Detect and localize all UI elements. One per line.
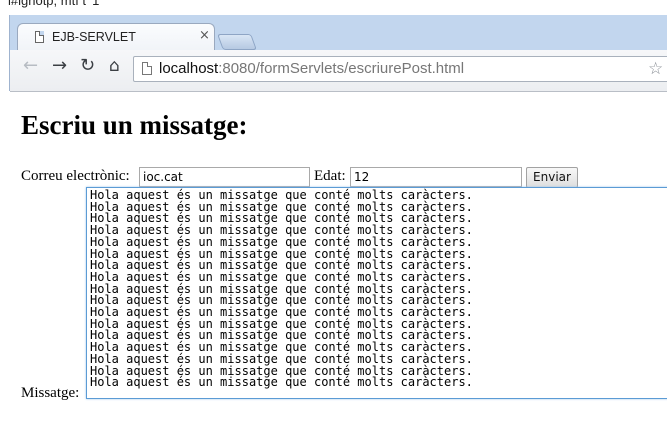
email-field[interactable]: ioc.cat [139, 167, 310, 187]
url-path: :8080/formServlets/escriurePost.html [218, 60, 465, 77]
page-title: Escriu un missatge: [21, 110, 248, 140]
browser-toolbar: ← → ↻ ⌂ localhost:8080/formServlets/escr… [10, 50, 667, 92]
address-bar[interactable]: localhost:8080/formServlets/escriurePost… [133, 56, 667, 82]
submit-button[interactable]: Enviar [526, 167, 578, 188]
url-text[interactable]: localhost:8080/formServlets/escriurePost… [159, 60, 464, 77]
tab-bar: EJB-SERVLET × [10, 15, 667, 50]
page-icon [142, 62, 152, 75]
browser-chrome: EJB-SERVLET × ← → ↻ ⌂ localhost:8080/for… [9, 15, 667, 92]
top-cropped-strip: l#ignotp, mtf t' 1 [0, 0, 667, 15]
message-label: Missatge: [21, 385, 80, 401]
email-label: Correu electrònic: [21, 168, 130, 184]
home-icon[interactable]: ⌂ [109, 57, 120, 75]
age-label: Edat: [314, 168, 346, 184]
new-tab-button[interactable] [217, 34, 257, 50]
message-textarea[interactable]: Hola aquest és un missatge que conté mol… [86, 187, 667, 399]
age-field[interactable]: 12 [350, 167, 522, 187]
url-host: localhost [159, 60, 219, 77]
tab-ejb-servlet[interactable]: EJB-SERVLET × [17, 23, 215, 50]
page-content: Escriu un missatge: Correu electrònic: i… [0, 92, 667, 424]
reload-icon[interactable]: ↻ [80, 57, 95, 75]
page-icon [35, 31, 44, 43]
tab-title: EJB-SERVLET [52, 30, 136, 44]
forward-arrow-icon[interactable]: → [52, 57, 67, 75]
star-icon[interactable]: ☆ [648, 59, 663, 79]
close-icon[interactable]: × [199, 28, 210, 43]
back-arrow-icon[interactable]: ← [23, 57, 38, 75]
message-line: Hola aquest és un missatge que conté mol… [90, 375, 473, 390]
cropped-text: l#ignotp, mtf t' 1 [8, 0, 100, 8]
